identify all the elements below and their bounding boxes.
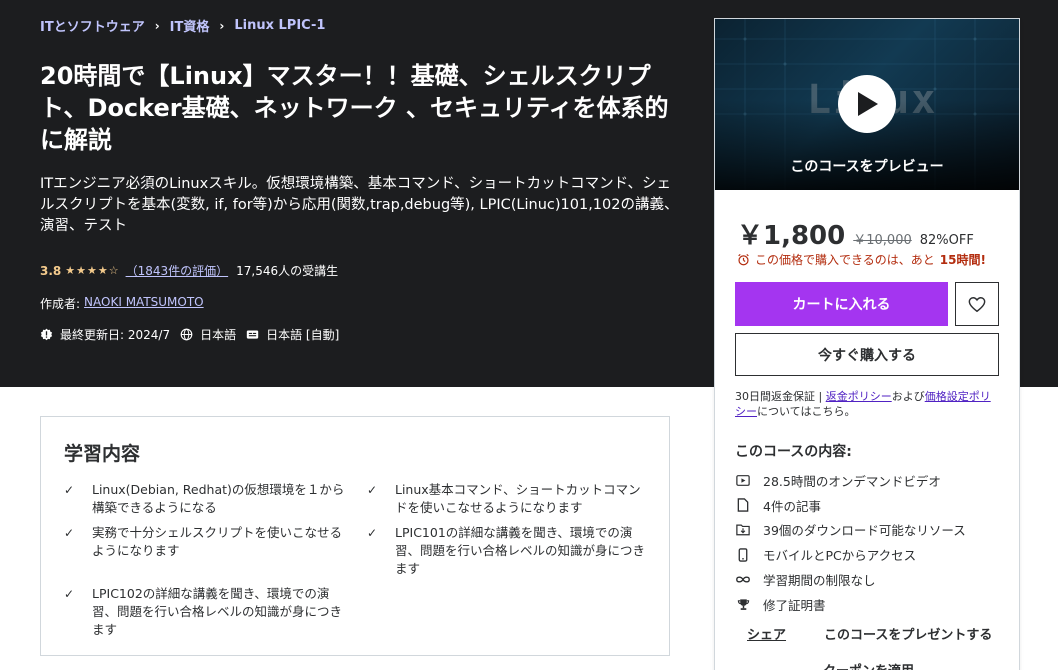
list-item: 修了証明書: [735, 592, 966, 617]
author-label: 作成者:: [40, 297, 81, 311]
breadcrumb-item-it-software[interactable]: ITとソフトウェア: [40, 16, 145, 35]
list-item: 39個のダウンロード可能なリソース: [735, 518, 966, 543]
infinity-icon: [735, 572, 751, 588]
guarantee-note: 30日間返金保証 | 返金ポリシーおよび価格設定ポリシーについてはこちら。: [735, 389, 1001, 419]
includes-list: 28.5時間のオンデマンドビデオ 4件の記事 39個のダウンロード可能なリソース…: [735, 468, 966, 617]
course-preview[interactable]: Linux このコースをプレビュー: [715, 19, 1019, 190]
video-icon: [735, 472, 751, 488]
include-label: 39個のダウンロード可能なリソース: [763, 523, 966, 539]
article-icon: [735, 497, 751, 513]
rating-value: 3.8: [40, 263, 62, 278]
preview-label: このコースをプレビュー: [790, 159, 944, 175]
student-count: 17,546人の受講生: [236, 264, 339, 278]
learn-item-text: Linux基本コマンド、ショートカットコマンドを使いこなせるようになります: [395, 482, 641, 515]
course-meta: 最終更新日: 2024/7 日本語 日本語 [自動]: [40, 326, 349, 343]
list-item: モバイルとPCからアクセス: [735, 542, 966, 567]
mobile-icon: [735, 547, 751, 563]
play-button[interactable]: [838, 75, 896, 133]
list-item: 28.5時間のオンデマンドビデオ: [735, 468, 966, 493]
check-icon: ✓: [367, 526, 378, 540]
check-icon: ✓: [64, 526, 75, 540]
play-icon: [858, 92, 878, 116]
check-icon: ✓: [367, 483, 378, 497]
include-label: 修了証明書: [763, 597, 826, 613]
trophy-icon: [735, 596, 751, 612]
wishlist-button[interactable]: [955, 282, 999, 326]
learn-item: ✓ Linux基本コマンド、ショートカットコマンドを使いこなせるようになります: [367, 481, 651, 517]
guarantee-suffix: についてはこちら。: [757, 405, 856, 418]
closed-caption-icon: [246, 330, 259, 339]
last-updated-text: 最終更新日: 2024/7: [60, 328, 171, 342]
include-label: 28.5時間のオンデマンドビデオ: [763, 473, 941, 489]
learn-item-text: LPIC102の詳細な講義を聞き、環境での演習、問題を行い合格レベルの知識が身に…: [92, 586, 343, 637]
share-row: シェア このコースをプレゼントする: [747, 624, 992, 643]
course-headline: ITエンジニア必須のLinuxスキル。仮想環境構築、基本コマンド、ショートカット…: [40, 176, 679, 234]
includes-title: このコースの内容:: [735, 444, 852, 460]
captions: 日本語 [自動]: [246, 326, 339, 343]
rating-row: 3.8 ★★★★☆ （1843件の評価） 17,546人の受講生: [40, 262, 338, 279]
learn-item-text: Linux(Debian, Redhat)の仮想環境を１から構築できるようになる: [92, 482, 345, 515]
learn-item-text: 実務で十分シェルスクリプトを使いこなせるようになります: [92, 525, 343, 558]
list-item: 学習期間の制限なし: [735, 567, 966, 592]
learn-item: ✓ LPIC102の詳細な講義を聞き、環境での演習、問題を行い合格レベルの知識が…: [64, 585, 348, 639]
discount-percent: 82%OFF: [919, 233, 974, 248]
list-item: 4件の記事: [735, 493, 966, 518]
alarm-clock-icon: [738, 253, 749, 266]
last-updated: 最終更新日: 2024/7: [40, 326, 170, 343]
guarantee-separator: |: [815, 390, 826, 403]
gift-course-button[interactable]: このコースをプレゼントする: [824, 624, 992, 643]
check-icon: ✓: [64, 483, 75, 497]
star-rating-icon: ★★★★☆: [65, 264, 120, 277]
refund-policy-link[interactable]: 返金ポリシー: [826, 390, 892, 403]
urgency-text: この価格で購入できるのは、あと: [755, 253, 935, 267]
purchase-sidebar: Linux このコースをプレビュー ￥1,800 ￥10,000 82%OFF …: [714, 18, 1020, 670]
include-label: 学習期間の制限なし: [763, 573, 876, 589]
breadcrumb-separator: ›: [219, 18, 225, 33]
learn-item: ✓ 実務で十分シェルスクリプトを使いこなせるようになります: [64, 524, 348, 560]
language-text: 日本語: [200, 328, 237, 342]
globe-icon: [180, 328, 193, 341]
guarantee-text: 30日間返金保証: [735, 390, 815, 403]
include-label: 4件の記事: [763, 498, 821, 514]
download-icon: [735, 522, 751, 538]
breadcrumb: ITとソフトウェア › IT資格 › Linux LPIC-1: [40, 16, 325, 35]
and-text: および: [891, 390, 925, 403]
add-to-cart-button[interactable]: カートに入れる: [735, 282, 948, 326]
rating-count-link[interactable]: （1843件の評価）: [126, 262, 229, 279]
original-price: ￥10,000: [853, 233, 912, 248]
captions-text: 日本語 [自動]: [266, 328, 340, 342]
language: 日本語: [180, 326, 236, 343]
breadcrumb-item-linux-lpic[interactable]: Linux LPIC-1: [234, 18, 325, 33]
author-row: 作成者: NAOKI MATSUMOTO: [40, 295, 204, 312]
current-price: ￥1,800: [737, 221, 846, 251]
learn-item: ✓ LPIC101の詳細な講義を聞き、環境での演習、問題を行い合格レベルの知識が…: [367, 524, 651, 578]
include-label: モバイルとPCからアクセス: [763, 548, 917, 564]
learn-item-text: LPIC101の詳細な講義を聞き、環境での演習、問題を行い合格レベルの知識が身に…: [395, 525, 646, 576]
breadcrumb-item-it-certification[interactable]: IT資格: [170, 16, 210, 35]
learn-item: ✓ Linux(Debian, Redhat)の仮想環境を１から構築できるように…: [64, 481, 348, 517]
buy-now-button[interactable]: 今すぐ購入する: [735, 333, 999, 376]
share-button[interactable]: シェア: [747, 624, 786, 643]
price-urgency: この価格で購入できるのは、あと 15時間!: [737, 251, 986, 268]
breadcrumb-separator: ›: [154, 18, 160, 33]
apply-coupon-button[interactable]: クーポンを適用: [823, 660, 914, 670]
check-icon: ✓: [64, 587, 75, 601]
course-title: 20時間で【Linux】マスター！！基礎、シェルスクリプト、Docker基礎、ネ…: [40, 62, 669, 154]
price-row: ￥1,800 ￥10,000 82%OFF: [737, 215, 974, 252]
alert-badge-icon: [40, 328, 53, 341]
heart-icon: [968, 296, 986, 312]
learn-title: 学習内容: [64, 443, 141, 465]
urgency-time: 15時間!: [939, 253, 986, 267]
what-you-will-learn: 学習内容 ✓ Linux(Debian, Redhat)の仮想環境を１から構築で…: [40, 416, 670, 656]
author-link[interactable]: NAOKI MATSUMOTO: [84, 295, 204, 312]
